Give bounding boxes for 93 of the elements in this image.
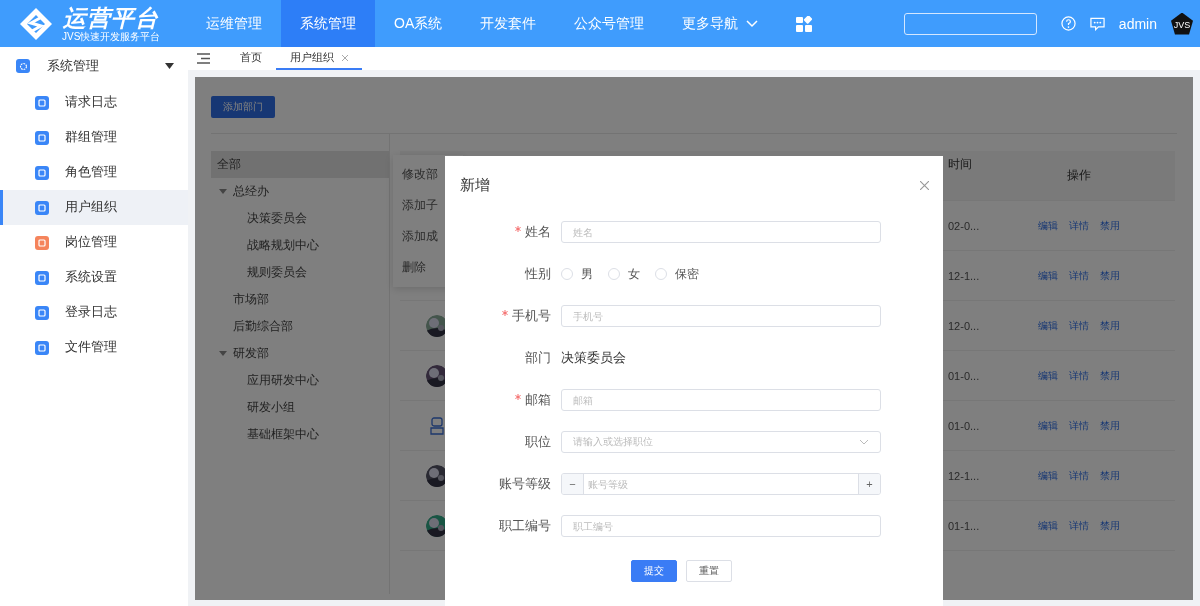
- nav-item[interactable]: OA系统: [375, 0, 462, 47]
- tree-item[interactable]: 研发部: [211, 340, 389, 367]
- action-link[interactable]: 禁用: [1100, 468, 1120, 483]
- chevron-icon: [746, 19, 759, 28]
- caret-icon[interactable]: [219, 189, 227, 194]
- logo-icon: [18, 5, 54, 42]
- user-avatar[interactable]: JVS: [1171, 12, 1193, 35]
- action-link[interactable]: 编辑: [1038, 368, 1058, 383]
- logo-title: 运营平台: [63, 4, 160, 31]
- input-field[interactable]: 姓名: [561, 221, 881, 243]
- nav-item[interactable]: 运维管理: [187, 0, 281, 47]
- action-link[interactable]: 详情: [1069, 518, 1089, 533]
- action-link[interactable]: 详情: [1069, 268, 1089, 283]
- increment-button[interactable]: +: [858, 474, 880, 494]
- table-cell-text: 02-0...: [948, 219, 981, 232]
- action-link[interactable]: 详情: [1069, 218, 1089, 233]
- add-department-button[interactable]: 添加部门: [211, 96, 275, 118]
- field-label: 职工编号: [498, 517, 551, 535]
- action-link[interactable]: 编辑: [1038, 518, 1058, 533]
- tree-item[interactable]: 研发小组: [211, 394, 389, 421]
- reset-button[interactable]: 重置: [686, 560, 732, 582]
- required-icon: [502, 310, 508, 317]
- column-header: 时间: [948, 156, 973, 173]
- radio-option[interactable]: 男: [561, 265, 593, 283]
- action-link[interactable]: 编辑: [1038, 468, 1058, 483]
- close-icon[interactable]: [342, 54, 348, 61]
- field-label: 账号等级: [498, 475, 551, 493]
- tree-item[interactable]: 战略规划中心: [211, 232, 389, 259]
- action-link[interactable]: 禁用: [1100, 368, 1120, 383]
- action-link[interactable]: 详情: [1069, 418, 1089, 433]
- action-link[interactable]: 编辑: [1038, 318, 1058, 333]
- menu-group[interactable]: 系统管理: [0, 47, 188, 85]
- action-link[interactable]: 编辑: [1038, 218, 1058, 233]
- required-icon: [515, 394, 521, 401]
- chevron-icon: [859, 439, 869, 445]
- radio-option[interactable]: 保密: [655, 265, 699, 283]
- help-icon[interactable]: [1060, 16, 1076, 31]
- tree-item[interactable]: 总经办: [211, 178, 389, 205]
- action-link[interactable]: 禁用: [1100, 418, 1120, 433]
- search-field[interactable]: [903, 12, 1037, 35]
- table-cell-text: 12-1...: [948, 469, 981, 482]
- action-link[interactable]: 禁用: [1100, 268, 1120, 283]
- table-cell-text: 12-0...: [948, 319, 981, 332]
- message-icon[interactable]: [1089, 16, 1105, 31]
- tree-item[interactable]: 后勤综合部: [211, 313, 389, 340]
- tree-item[interactable]: 全部: [211, 151, 389, 178]
- nav-item[interactable]: 系统管理: [281, 0, 375, 47]
- table-cell-text: 01-1...: [948, 519, 981, 532]
- nav-item[interactable]: 更多导航: [663, 0, 778, 47]
- field-label: 手机号: [460, 307, 551, 325]
- tree-item[interactable]: 市场部: [211, 286, 389, 313]
- action-link[interactable]: 编辑: [1038, 268, 1058, 283]
- tree-item[interactable]: 规则委员会: [211, 259, 389, 286]
- nav-item[interactable]: 开发套件: [461, 0, 556, 47]
- action-link[interactable]: 禁用: [1100, 218, 1120, 233]
- field-label: 姓名: [460, 223, 551, 241]
- required-icon: [515, 226, 521, 233]
- dialog-title: 新增: [460, 175, 490, 195]
- field-label: 性别: [524, 265, 551, 283]
- table-cell-text: 01-0...: [948, 369, 981, 382]
- sidebar-item[interactable]: 用户组织: [0, 190, 188, 225]
- tab[interactable]: 首页: [226, 47, 276, 70]
- field-label: 部门: [524, 349, 551, 367]
- table-cell-text: 01-0...: [948, 419, 981, 432]
- username[interactable]: admin: [1118, 15, 1157, 32]
- action-link[interactable]: 禁用: [1100, 318, 1120, 333]
- column-header: 操作: [1066, 167, 1092, 184]
- input-field[interactable]: 手机号: [561, 305, 881, 327]
- close-icon[interactable]: [920, 180, 929, 190]
- tree-item[interactable]: 基础框架中心: [211, 421, 389, 448]
- radio-option[interactable]: 女: [608, 265, 640, 283]
- tab[interactable]: 用户组织: [276, 47, 362, 70]
- caret-icon[interactable]: [219, 351, 227, 356]
- table-cell-text: 12-1...: [948, 269, 981, 282]
- tree-item[interactable]: 应用研发中心: [211, 367, 389, 394]
- action-link[interactable]: 详情: [1069, 468, 1089, 483]
- menu-group-label: 系统管理: [47, 57, 100, 75]
- logo-subtitle: JVS快速开发服务平台: [62, 30, 161, 43]
- gear-icon: [16, 59, 30, 73]
- menu-icon[interactable]: [197, 53, 210, 64]
- submit-button[interactable]: 提交: [631, 560, 677, 582]
- action-link[interactable]: 详情: [1069, 368, 1089, 383]
- action-link[interactable]: 详情: [1069, 318, 1089, 333]
- avatar-icon: [430, 415, 444, 436]
- field-label: 职位: [524, 433, 551, 451]
- field-value: 决策委员会: [561, 349, 626, 367]
- number-field[interactable]: − 账号等级 +: [561, 473, 881, 495]
- decrement-button[interactable]: −: [562, 474, 584, 494]
- nav-item[interactable]: 公众号管理: [555, 0, 664, 47]
- tree-item[interactable]: 决策委员会: [211, 205, 389, 232]
- field-label: 邮箱: [460, 391, 551, 409]
- action-link[interactable]: 编辑: [1038, 418, 1058, 433]
- action-link[interactable]: 禁用: [1100, 518, 1120, 533]
